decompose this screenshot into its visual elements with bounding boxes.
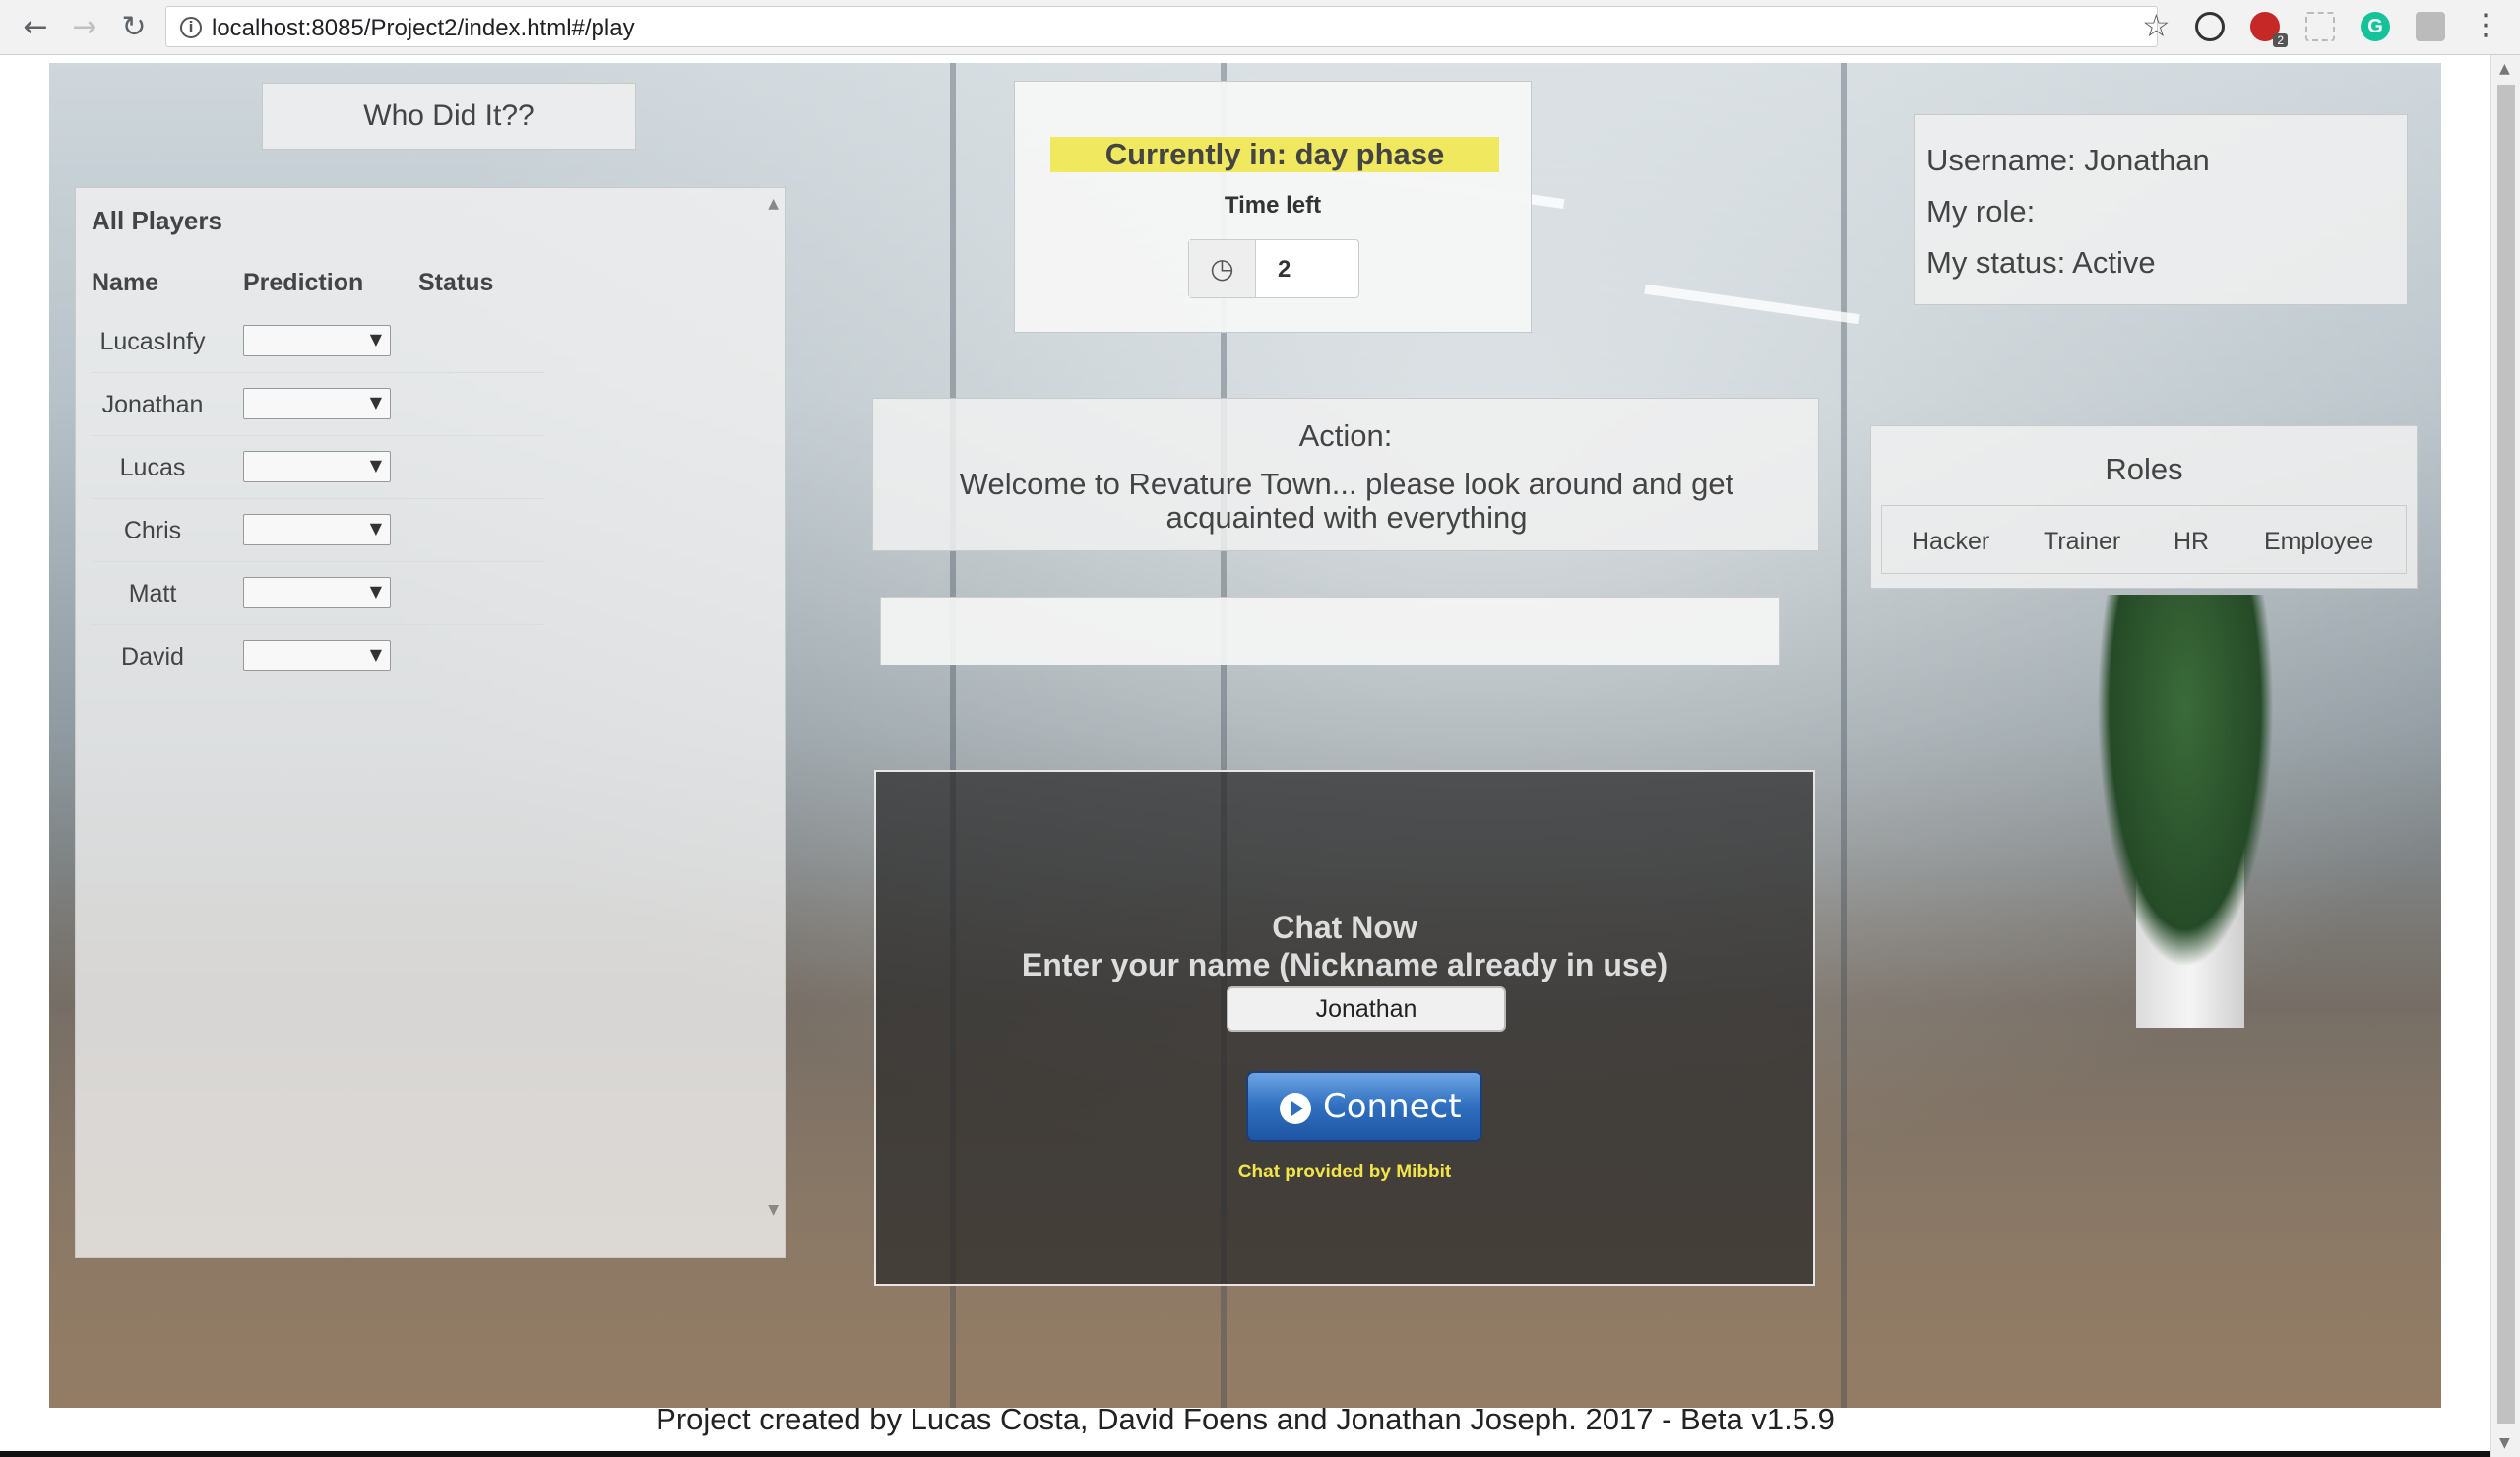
dropdown-arrow-icon: ▼ (369, 393, 382, 412)
role-item-trainer: Trainer (2044, 528, 2121, 555)
prediction-select[interactable]: ▼ (243, 451, 391, 482)
info-icon[interactable]: i (180, 17, 202, 38)
action-label: Action: (1298, 418, 1393, 453)
chat-name-prompt: Enter your name (Nickname already in use… (1021, 947, 1669, 982)
user-info-panel: Username: Jonathan My role: My status: A… (1914, 114, 2408, 305)
clock-icon: ◷ (1189, 240, 1256, 297)
player-row: Jonathan ▼ (92, 373, 544, 436)
chat-title: Chat Now (1272, 910, 1418, 945)
roles-title: Roles (2105, 452, 2183, 486)
extension-puzzle-icon[interactable] (2305, 12, 2335, 41)
phase-banner: Currently in: day phase (1050, 137, 1499, 172)
player-row: LucasInfy ▼ (92, 310, 544, 373)
player-name: David (121, 643, 184, 670)
scroll-down-icon[interactable]: ▼ (2499, 1435, 2510, 1451)
roles-panel: Roles Hacker Trainer HR Employee (1870, 425, 2418, 589)
extension-icon[interactable] (2195, 12, 2225, 41)
time-left-value: 2 (1278, 256, 1292, 283)
scroll-up-icon[interactable]: ▲ (768, 196, 779, 212)
bookmark-star-icon[interactable]: ☆ (2142, 8, 2171, 43)
adblock-extension-icon[interactable]: 2 (2250, 12, 2288, 47)
background-window-frame (1841, 63, 1847, 1408)
player-row: David ▼ (92, 625, 544, 688)
player-name: Lucas (119, 454, 186, 481)
url-text[interactable]: localhost:8085/Project2/index.html#/play (212, 15, 635, 42)
prediction-select[interactable]: ▼ (243, 514, 391, 545)
bottom-edge (0, 1451, 2490, 1457)
connect-button-label: Connect (1323, 1087, 1462, 1126)
scroll-down-icon[interactable]: ▼ (768, 1202, 779, 1218)
player-name: Chris (123, 517, 182, 544)
prediction-select[interactable]: ▼ (243, 640, 391, 671)
extension-badge: 2 (2273, 33, 2288, 47)
background-plant (2097, 595, 2274, 969)
chat-nickname-input[interactable]: Jonathan (1227, 986, 1506, 1032)
role-text: My role: (1926, 194, 2036, 228)
dropdown-arrow-icon: ▼ (369, 519, 382, 538)
grammarly-extension-icon[interactable]: G (2361, 12, 2390, 41)
page-scrollbar[interactable]: ▲ ▼ (2490, 55, 2520, 1457)
status-text: My status: Active (1926, 245, 2156, 280)
scroll-up-icon[interactable]: ▲ (2499, 61, 2510, 77)
chat-widget: Chat Now Enter your name (Nickname alrea… (874, 770, 1815, 1286)
dropdown-arrow-icon: ▼ (369, 330, 382, 348)
timer-field: ◷ 2 (1188, 239, 1359, 298)
menu-kebab-icon[interactable]: ⋮ (2471, 10, 2500, 41)
column-header-status: Status (418, 269, 494, 296)
action-input[interactable] (880, 597, 1780, 665)
action-panel: Action: Welcome to Revature Town... plea… (872, 398, 1819, 551)
dropdown-arrow-icon: ▼ (369, 582, 382, 601)
role-item-employee: Employee (2264, 528, 2374, 555)
roles-list: Hacker Trainer HR Employee (1881, 505, 2407, 574)
action-message: Welcome to Revature Town... please look … (959, 467, 1734, 535)
page-title: Who Did It?? (262, 83, 636, 150)
players-panel: All Players ▲ Name Prediction Status Luc… (75, 187, 786, 1258)
role-item-hr: HR (2174, 528, 2210, 555)
role-item-hacker: Hacker (1912, 528, 1990, 555)
browser-toolbar: ← → ↻ i localhost:8085/Project2/index.ht… (0, 0, 2520, 55)
forward-icon[interactable]: → (69, 12, 100, 43)
dropdown-arrow-icon: ▼ (369, 456, 382, 475)
player-name: Matt (128, 580, 177, 607)
username-text: Username: Jonathan (1926, 143, 2210, 177)
player-row: Lucas ▼ (92, 436, 544, 499)
prediction-select[interactable]: ▼ (243, 325, 391, 356)
scrollbar-thumb[interactable] (2497, 85, 2515, 1424)
address-bar[interactable]: i localhost:8085/Project2/index.html#/pl… (165, 6, 2158, 47)
column-header-name: Name (92, 269, 159, 296)
play-icon (1280, 1093, 1311, 1124)
connect-button[interactable]: Connect (1246, 1071, 1482, 1142)
page-footer: Project created by Lucas Costa, David Fo… (656, 1402, 1835, 1436)
time-left-label: Time left (1224, 192, 1322, 219)
dropdown-arrow-icon: ▼ (369, 645, 382, 664)
chat-provider-link[interactable]: Chat provided by Mibbit (876, 1162, 1813, 1183)
background-ceiling-light (1644, 284, 1860, 325)
prediction-select[interactable]: ▼ (243, 577, 391, 608)
column-header-prediction: Prediction (243, 269, 364, 296)
player-name: Jonathan (101, 391, 204, 418)
player-row: Chris ▼ (92, 499, 544, 562)
back-icon[interactable]: ← (20, 12, 51, 43)
player-row: Matt ▼ (92, 562, 544, 625)
phase-panel: Currently in: day phase Time left ◷ 2 (1014, 81, 1532, 333)
players-heading: All Players (92, 206, 222, 235)
extension-icon[interactable] (2416, 12, 2445, 41)
player-name: LucasInfy (99, 328, 206, 355)
reload-icon[interactable]: ↻ (118, 12, 150, 43)
prediction-select[interactable]: ▼ (243, 388, 391, 419)
